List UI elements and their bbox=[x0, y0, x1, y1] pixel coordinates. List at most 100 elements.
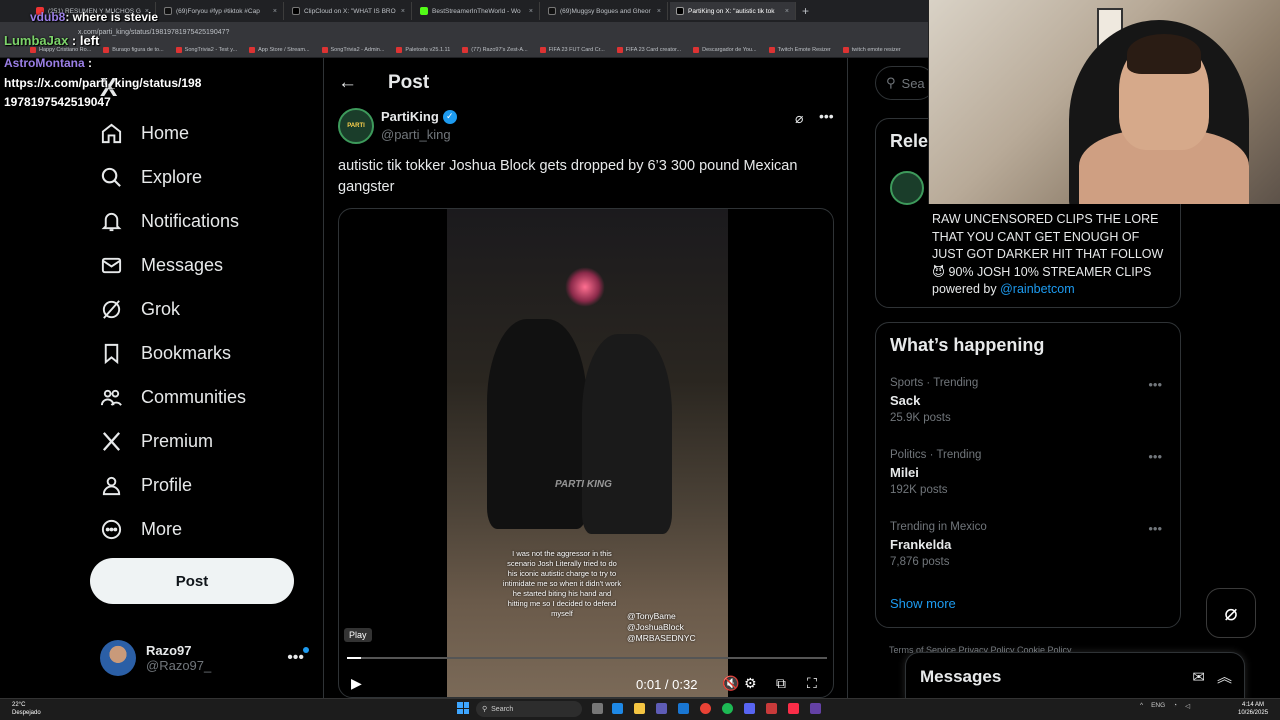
close-tab-icon[interactable]: × bbox=[657, 8, 661, 15]
envelope-icon bbox=[101, 257, 122, 273]
bookmark[interactable]: (77) Razo97's Zest-A... bbox=[462, 46, 528, 53]
bookmark[interactable]: Buraqo figura de to... bbox=[103, 46, 164, 53]
mute-icon[interactable]: 🔇 bbox=[722, 675, 739, 692]
tab-label: ClipCloud on X: "WHAT IS BRO bbox=[304, 7, 396, 15]
browser-tab[interactable]: (69)Muggsy Bogues and Gheor × bbox=[542, 2, 668, 20]
taskbar-search[interactable]: ⚲ Search bbox=[476, 701, 582, 717]
nav-premium[interactable]: Premium bbox=[100, 426, 213, 456]
author-name[interactable]: PartiKing ✓ bbox=[381, 109, 457, 124]
trend-item[interactable]: Trending in Mexico Frankelda 7,876 posts… bbox=[890, 521, 1170, 568]
task-view-icon[interactable] bbox=[592, 703, 603, 714]
video-progress-bar[interactable] bbox=[347, 657, 827, 659]
language-indicator[interactable]: ENG bbox=[1151, 702, 1165, 710]
post-button[interactable]: Post bbox=[90, 558, 294, 604]
chrome-icon[interactable] bbox=[700, 703, 711, 714]
author-avatar[interactable]: PARTI bbox=[338, 108, 374, 144]
bookmark[interactable]: FIFA 23 FUT Card Cr... bbox=[539, 46, 605, 53]
bookmark[interactable]: twitch emote resizer bbox=[842, 46, 901, 53]
messages-drawer[interactable]: Messages ✉ ︽ bbox=[905, 652, 1245, 700]
browser-tab[interactable]: BestStreamerInTheWorld - Wo × bbox=[414, 2, 540, 20]
nav-more[interactable]: More bbox=[100, 514, 182, 544]
close-tab-icon[interactable]: × bbox=[785, 8, 789, 15]
video-tag: @JoshuaBlock bbox=[627, 622, 684, 632]
video-watermark: PARTI KING bbox=[555, 479, 612, 490]
obs-icon[interactable] bbox=[810, 703, 821, 714]
close-tab-icon[interactable]: × bbox=[529, 8, 533, 15]
more-icon[interactable]: ••• bbox=[287, 647, 309, 667]
app-icon[interactable] bbox=[766, 703, 777, 714]
more-icon[interactable]: ••• bbox=[1148, 521, 1162, 536]
nav-messages[interactable]: Messages bbox=[100, 250, 223, 280]
compose-message-icon[interactable]: ✉ bbox=[1192, 668, 1205, 686]
trend-name: Frankelda bbox=[890, 537, 952, 552]
app-icon[interactable] bbox=[678, 703, 689, 714]
trend-count: 25.9K posts bbox=[890, 412, 951, 424]
video-figure bbox=[487, 319, 587, 529]
relevant-avatar[interactable] bbox=[890, 171, 924, 205]
more-circle-icon bbox=[101, 519, 122, 539]
weather-widget[interactable]: 22°C Despejado bbox=[12, 701, 41, 717]
trend-meta: Politics · Trending bbox=[890, 449, 982, 461]
bookmark-label: App Store / Stream... bbox=[258, 46, 310, 53]
account-switcher[interactable]: Razo97 @Razo97_ ••• bbox=[100, 638, 312, 678]
volume-icon[interactable]: ◁ bbox=[1185, 702, 1190, 710]
close-tab-icon[interactable]: × bbox=[273, 8, 277, 15]
nav-explore[interactable]: Explore bbox=[100, 162, 202, 192]
browser-tab[interactable]: (69)Foryou #fyp #tiktok #Cap × bbox=[158, 2, 284, 20]
grok-icon[interactable]: ⌀ bbox=[795, 110, 803, 127]
wifi-icon[interactable]: ◔ bbox=[1173, 702, 1177, 710]
notification-dot bbox=[303, 647, 309, 653]
nav-notifications[interactable]: Notifications bbox=[100, 206, 239, 236]
home-icon bbox=[101, 123, 122, 143]
system-clock[interactable]: 4:14 AM 10/26/2025 bbox=[1238, 701, 1268, 717]
bookmark[interactable]: Twitch Emote Resizer bbox=[768, 46, 831, 53]
more-icon[interactable]: ••• bbox=[1148, 377, 1162, 392]
spotify-icon[interactable] bbox=[722, 703, 733, 714]
video-light bbox=[565, 267, 605, 307]
bio-link[interactable]: @rainbetcom bbox=[1000, 282, 1075, 296]
show-more-link[interactable]: Show more bbox=[890, 596, 956, 611]
close-tab-icon[interactable]: × bbox=[401, 8, 405, 15]
nav-home[interactable]: Home bbox=[100, 118, 189, 148]
discord-icon[interactable] bbox=[744, 703, 755, 714]
nav-communities[interactable]: Communities bbox=[100, 382, 246, 412]
chat-message: AstroMontana : bbox=[4, 56, 92, 70]
music-icon[interactable] bbox=[788, 703, 799, 714]
nav-bookmarks[interactable]: Bookmarks bbox=[100, 338, 231, 368]
new-tab-icon[interactable]: + bbox=[802, 4, 809, 18]
play-icon[interactable]: ▶ bbox=[351, 675, 362, 692]
bookmark[interactable]: FIFA 23 Card creator... bbox=[616, 46, 681, 53]
bookmark[interactable]: Paletools v25.1.11 bbox=[396, 46, 450, 53]
bookmark[interactable]: SongTrivia2 - Test y... bbox=[175, 46, 237, 53]
video-time: 0:01 / 0:32 bbox=[636, 677, 698, 692]
search-input[interactable]: ⚲ Sea bbox=[875, 66, 935, 100]
trend-item[interactable]: Politics · Trending Milei 192K posts ••• bbox=[890, 449, 1170, 496]
more-icon[interactable]: ••• bbox=[1148, 449, 1162, 464]
browser-tab[interactable]: ClipCloud on X: "WHAT IS BRO × bbox=[286, 2, 412, 20]
bookmark[interactable]: Descargador de You... bbox=[693, 46, 757, 53]
folder-icon[interactable] bbox=[634, 703, 645, 714]
video-player[interactable]: PARTI KING I was not the aggressor in th… bbox=[338, 208, 834, 698]
nav-grok[interactable]: Grok bbox=[100, 294, 180, 324]
store-icon[interactable] bbox=[656, 703, 667, 714]
edge-icon[interactable] bbox=[612, 703, 623, 714]
picture-in-picture-icon[interactable]: ⧉ bbox=[776, 675, 786, 692]
fullscreen-icon[interactable]: ⛶ bbox=[807, 675, 817, 692]
browser-tab-active[interactable]: PartiKing on X: "autistic tik tok × bbox=[670, 2, 796, 20]
settings-gear-icon[interactable]: ⚙ bbox=[744, 675, 757, 692]
grok-floating-icon[interactable]: ⌀ bbox=[1206, 588, 1256, 638]
tray-chevron-icon[interactable]: ^ bbox=[1140, 702, 1143, 710]
video-caption: I was not the aggressor in this scenario… bbox=[502, 549, 622, 618]
nav-label: Profile bbox=[141, 474, 193, 495]
bookmark[interactable]: SongTrivia2 - Admin... bbox=[321, 46, 384, 53]
more-icon[interactable]: ••• bbox=[819, 108, 834, 124]
windows-start-icon[interactable] bbox=[457, 702, 469, 714]
bookmark-label: FIFA 23 FUT Card Cr... bbox=[548, 46, 605, 53]
expand-up-icon[interactable]: ︽ bbox=[1217, 666, 1232, 687]
bookmark[interactable]: App Store / Stream... bbox=[249, 46, 310, 53]
nav-profile[interactable]: Profile bbox=[100, 470, 192, 500]
back-arrow-icon[interactable]: ← bbox=[338, 72, 357, 94]
trend-item[interactable]: Sports · Trending Sack 25.9K posts ••• bbox=[890, 377, 1170, 424]
video-tag: @TonyBame bbox=[627, 611, 676, 621]
author-handle[interactable]: @parti_king bbox=[381, 127, 451, 142]
